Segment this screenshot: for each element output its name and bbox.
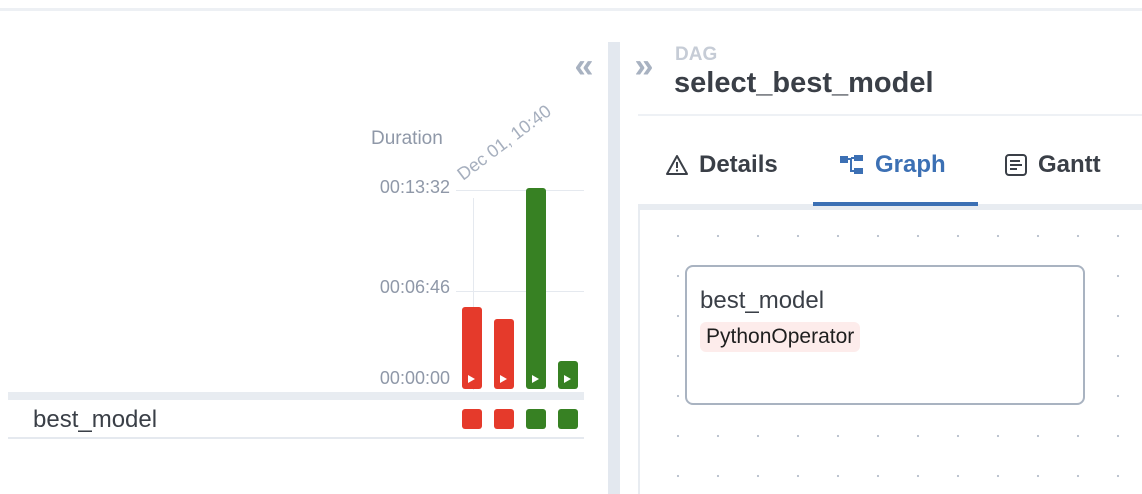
tab-gantt[interactable]: Gantt [1004,145,1101,185]
task-row[interactable]: best_model [8,400,584,439]
expand-panel-icon[interactable]: » [628,49,660,83]
play-icon [468,375,475,383]
header-divider [638,114,1142,116]
grid-panel: « Duration Dec 01, 10:40 00:13:32 00:06:… [0,0,608,494]
active-tab-indicator [813,202,978,206]
tab-details[interactable]: Details [665,145,778,185]
grid-separator [8,392,584,400]
duration-bar[interactable] [494,319,514,389]
task-name: best_model [33,406,158,433]
gantt-icon [1005,154,1027,176]
graph-canvas[interactable]: best_model PythonOperator [638,210,1142,494]
duration-bar[interactable] [526,188,546,389]
task-instance-square[interactable] [558,409,578,429]
play-icon [532,375,539,383]
duration-bar[interactable] [558,361,578,389]
tab-label: Details [699,151,778,178]
play-icon [564,375,571,383]
details-panel: » DAG select_best_model Details Graph Ga… [620,0,1142,494]
duration-tick: 00:06:46 [379,277,450,297]
play-icon [500,375,507,383]
warning-triangle-icon [666,155,688,175]
collapse-panel-icon[interactable]: « [568,49,600,83]
run-date-label: Dec 01, 10:40 [453,100,555,185]
gridline [456,291,584,292]
duration-tick: 00:00:00 [379,368,450,388]
task-node[interactable]: best_model PythonOperator [685,265,1085,405]
tab-label: Graph [875,151,946,178]
operator-badge: PythonOperator [700,322,861,352]
graph-icon [840,155,863,174]
node-task-name: best_model [700,287,825,314]
duration-bar[interactable] [462,307,482,389]
task-instance-square[interactable] [462,409,482,429]
task-instance-square[interactable] [494,409,514,429]
tab-label: Gantt [1038,151,1101,178]
dag-title: select_best_model [674,67,934,99]
duration-tick: 00:13:32 [379,177,450,197]
duration-axis-title: Duration [371,128,443,149]
dag-tag: DAG [675,44,718,65]
gridline [456,190,584,191]
task-instance-square[interactable] [526,409,546,429]
tab-graph[interactable]: Graph [839,145,946,185]
panel-resize-handle[interactable] [608,42,620,494]
